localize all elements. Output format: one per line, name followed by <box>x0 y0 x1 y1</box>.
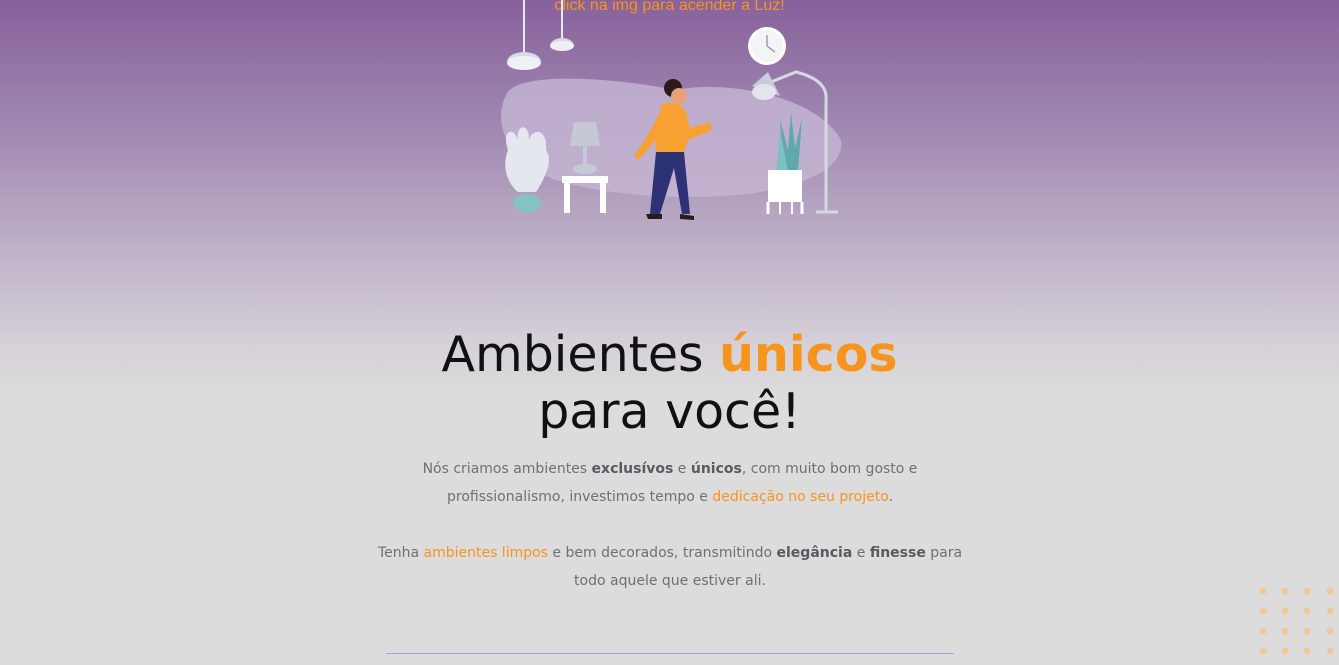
intro-bold: exclusívos <box>591 461 674 477</box>
headline-accent: únicos <box>719 325 898 383</box>
paragraph-text: Tenha <box>377 545 424 561</box>
intro-paragraph: Nós criamos ambientes exclusívos e único… <box>370 455 970 511</box>
section-divider <box>386 653 954 654</box>
paragraph-text: e bem decorados, transmitindo <box>547 545 777 561</box>
page-headline: Ambientes únicos para você! <box>0 326 1339 440</box>
side-table-icon <box>562 176 608 213</box>
paragraph-highlight: ambientes limpos <box>423 545 548 561</box>
intro-highlight: dedicação no seu projeto <box>712 489 889 505</box>
headline-text-pre: Ambientes <box>441 325 720 383</box>
paragraph-text: e <box>852 545 870 561</box>
clock-icon <box>748 27 786 65</box>
room-illustration[interactable] <box>496 0 846 224</box>
clean-spaces-paragraph: Tenha ambientes limpos e bem decorados, … <box>370 539 970 595</box>
intro-text: . <box>888 489 894 505</box>
headline-text-post: para você! <box>538 382 801 440</box>
decorative-dots-pattern <box>1259 587 1334 655</box>
leafy-plant-icon <box>505 127 549 212</box>
intro-text: e <box>673 461 691 477</box>
paragraph-bold: elegância <box>776 545 853 561</box>
intro-text: Nós criamos ambientes <box>422 461 592 477</box>
intro-bold: únicos <box>690 461 742 477</box>
paragraph-bold: finesse <box>869 545 926 561</box>
